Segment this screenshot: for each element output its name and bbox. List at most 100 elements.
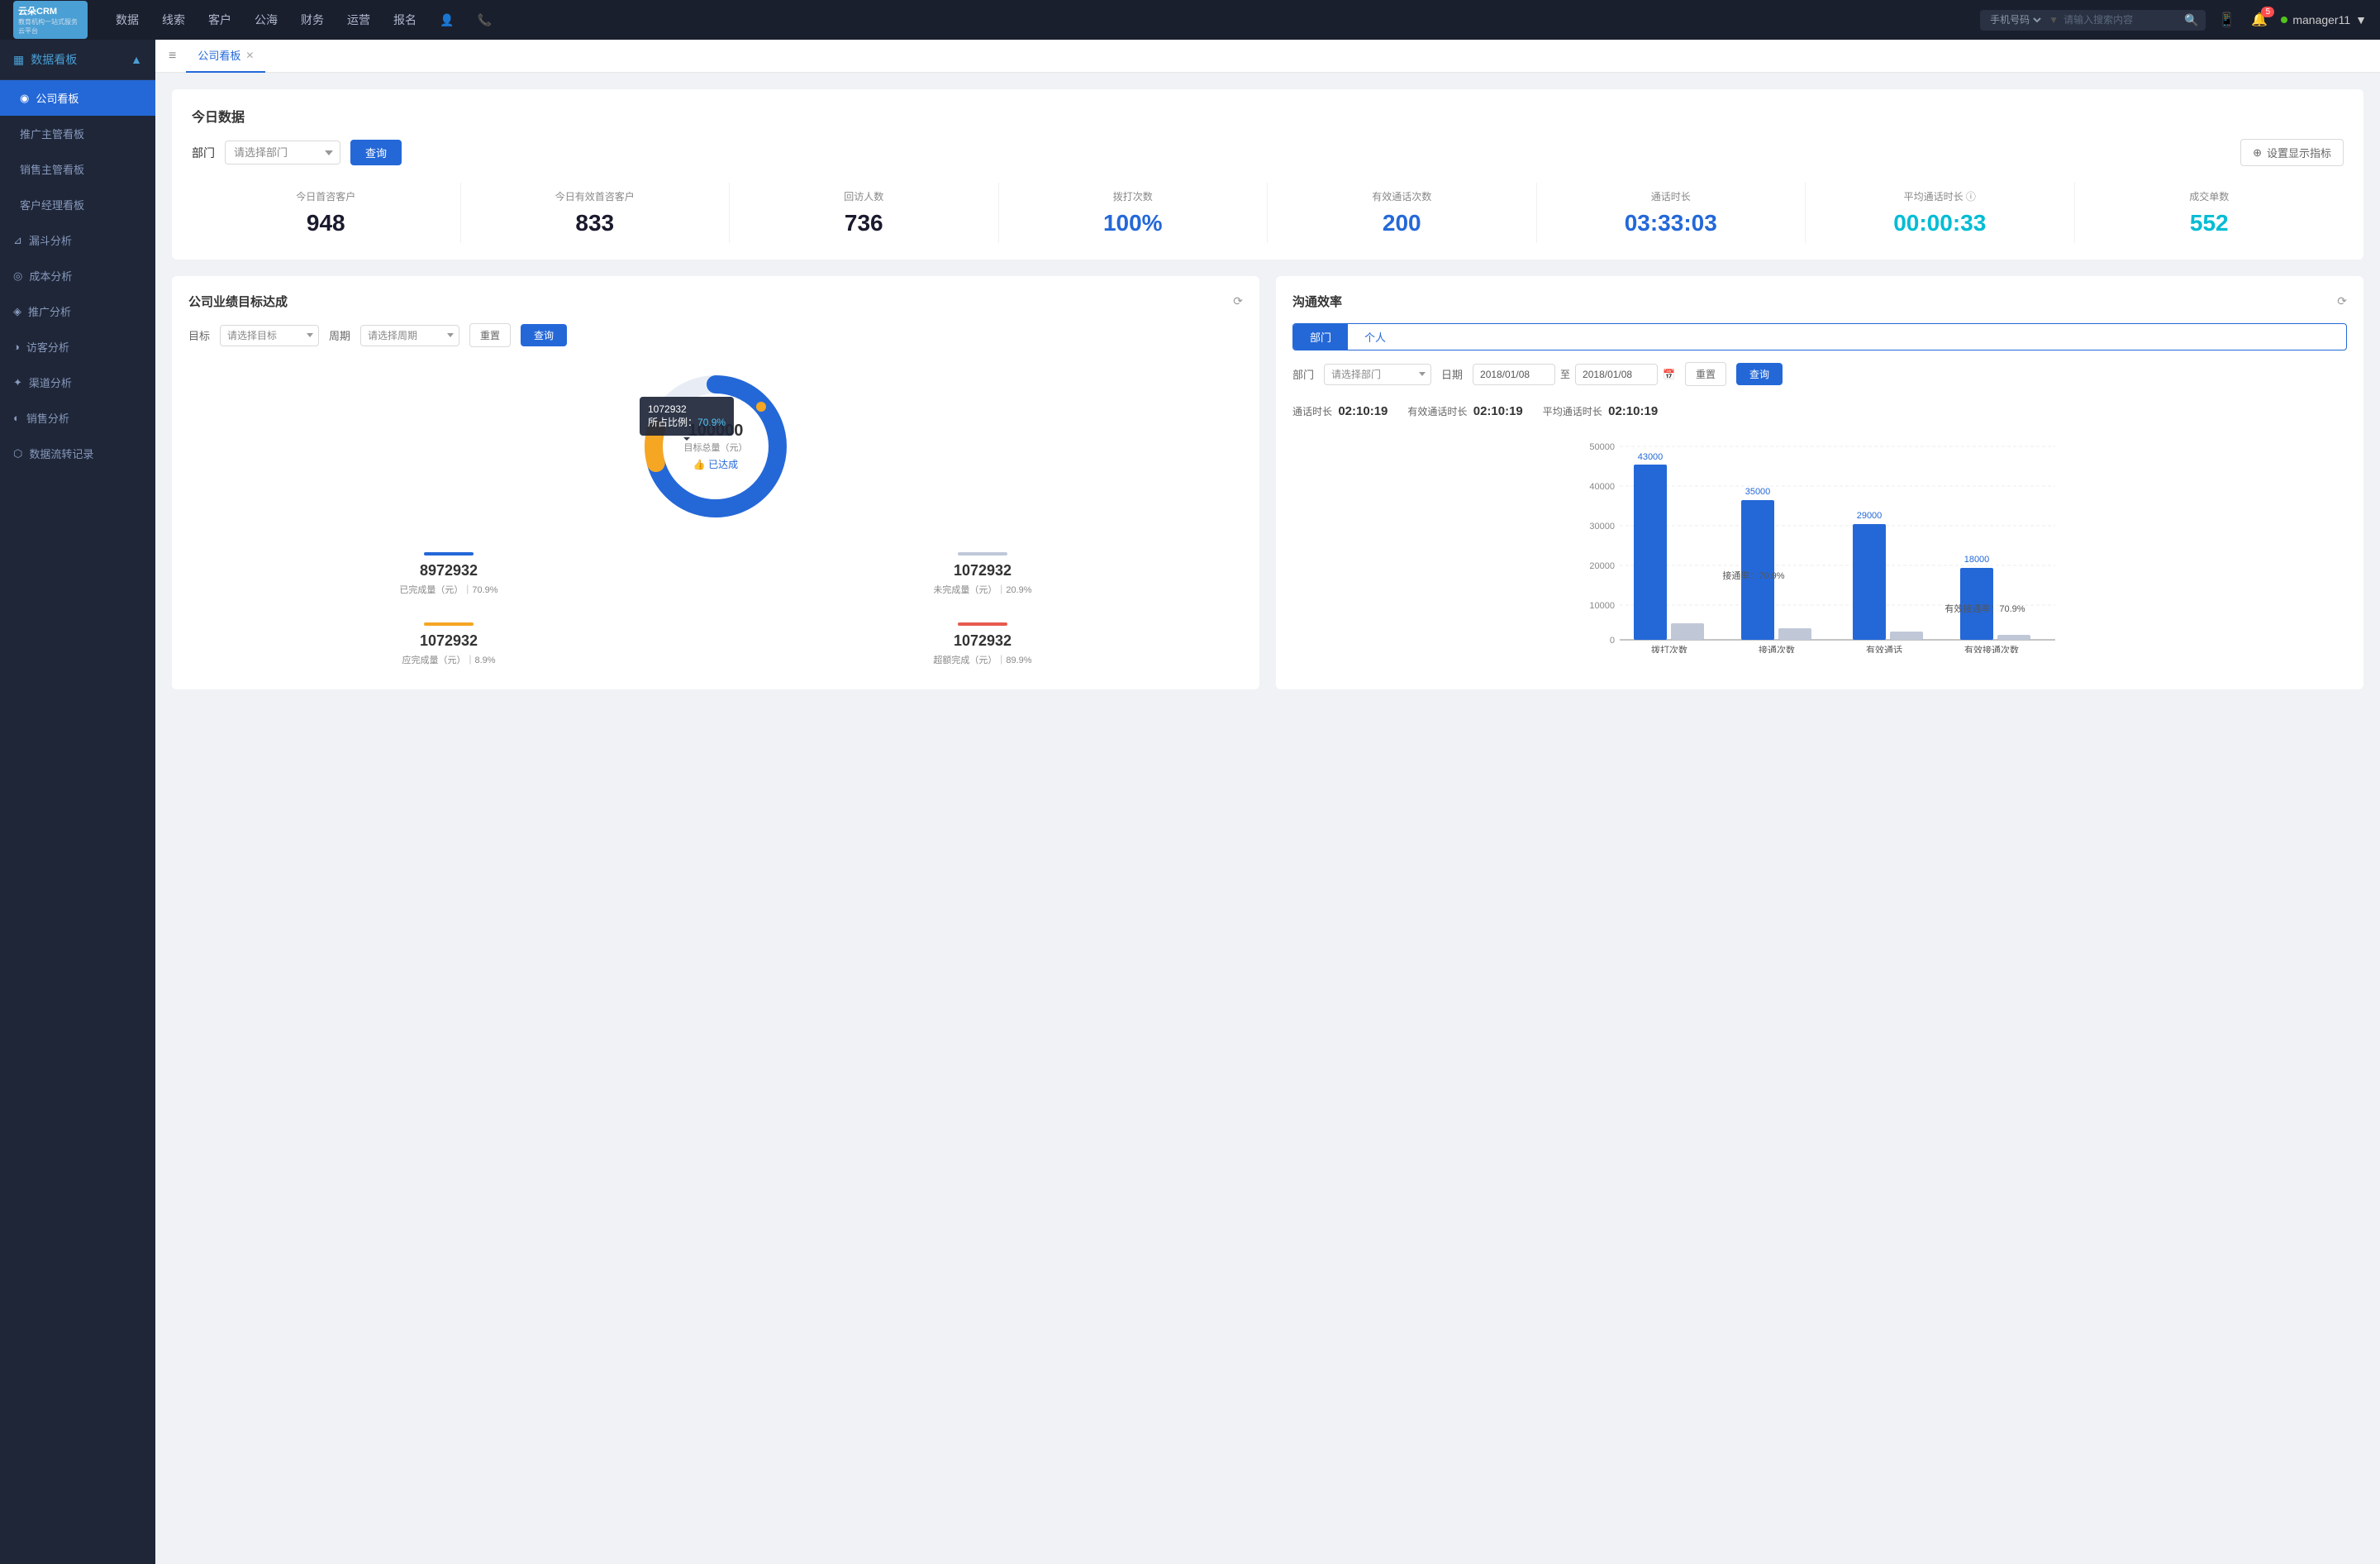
nav-item-customers[interactable]: 客户 <box>197 0 243 40</box>
svg-text:有效通话: 有效通话 <box>1866 644 1902 653</box>
stat-label: 今日有效首咨客户 <box>464 189 726 203</box>
dept-filter-select[interactable]: 请选择部门 <box>225 141 340 165</box>
app-layout: ▦ 数据看板 ▲ ◉ 公司看板 推广主管看板 销售主管看板 客户经理看板 ⊿ 漏… <box>0 40 2380 1564</box>
stat-deals: 成交单数 552 <box>2075 183 2344 243</box>
nav-item-phone-icon[interactable]: 📞 <box>465 0 502 40</box>
sidebar-item-label: 推广主管看板 <box>20 126 84 141</box>
nav-item-person-icon[interactable]: 👤 <box>428 0 465 40</box>
notification-bell[interactable]: 🔔 5 <box>2248 8 2271 31</box>
goal-period-label: 周期 <box>329 327 350 343</box>
sidebar-item-icon: ◉ <box>20 92 29 105</box>
search-box: 手机号码 ▼ 🔍 <box>1980 10 2205 31</box>
comm-refresh-icon[interactable]: ⟳ <box>2337 294 2347 308</box>
sidebar-item-label: 访客分析 <box>26 339 69 355</box>
hamburger-button[interactable]: ≡ <box>169 49 176 64</box>
comm-stat-valid-duration: 有效通话时长 02:10:19 <box>1407 404 1522 418</box>
sidebar-item-sales-board[interactable]: 销售主管看板 <box>0 151 155 187</box>
sidebar-header[interactable]: ▦ 数据看板 ▲ <box>0 40 155 80</box>
stat-box-label: 应完成量（元）｜8.9% <box>195 653 702 666</box>
nav-items: 数据 线索 客户 公海 财务 运营 报名 👤 📞 <box>104 0 1980 40</box>
goal-refresh-icon[interactable]: ⟳ <box>1233 294 1243 308</box>
sidebar-item-promo-board[interactable]: 推广主管看板 <box>0 116 155 151</box>
search-input[interactable] <box>2063 14 2179 26</box>
sidebar-item-data-flow[interactable]: ⬡ 数据流转记录 <box>0 436 155 471</box>
comm-date-to[interactable] <box>1575 364 1658 385</box>
sidebar-item-label: 成本分析 <box>29 268 72 284</box>
logo: 云朵CRM 教育机构一站式服务云平台 <box>13 1 88 39</box>
today-stats-grid: 今日首咨客户 948 今日有效首咨客户 833 回访人数 736 拨打次数 10… <box>192 183 2344 243</box>
svg-text:30000: 30000 <box>1589 522 1615 532</box>
tab-label: 公司看板 <box>198 47 240 63</box>
settings-display-button[interactable]: ⊕ 设置显示指标 <box>2240 139 2344 166</box>
donut-chart-wrapper: 1072932 所占比例：70.9% <box>633 364 798 529</box>
sidebar-item-label: 漏斗分析 <box>29 232 72 248</box>
notification-badge: 5 <box>2261 7 2274 17</box>
comm-date-label: 日期 <box>1441 366 1463 382</box>
stat-value: 948 <box>195 210 457 236</box>
stat-box-value: 8972932 <box>195 562 702 579</box>
donut-tooltip: 1072932 所占比例：70.9% <box>640 397 734 436</box>
nav-item-signup[interactable]: 报名 <box>382 0 428 40</box>
svg-text:0: 0 <box>1610 636 1615 646</box>
goal-period-select[interactable]: 请选择周期 <box>360 325 459 346</box>
user-info[interactable]: manager11 ▼ <box>2281 13 2367 26</box>
today-query-button[interactable]: 查询 <box>350 140 402 165</box>
sidebar-item-visitor[interactable]: ◑ 访客分析 <box>0 329 155 365</box>
sidebar-item-channel[interactable]: ✦ 渠道分析 <box>0 365 155 400</box>
svg-text:20000: 20000 <box>1589 561 1615 571</box>
goal-reset-button[interactable]: 重置 <box>469 323 511 347</box>
stat-bar-exceeded <box>958 622 1007 626</box>
date-calendar-icon[interactable]: 📅 <box>1663 369 1675 380</box>
search-type-select[interactable]: 手机号码 <box>1987 13 2044 26</box>
nav-item-leads[interactable]: 线索 <box>150 0 197 40</box>
stat-value: 00:00:33 <box>1809 210 2071 236</box>
comm-dept-select[interactable]: 请选择部门 <box>1324 364 1431 385</box>
goal-filter-row: 目标 请选择目标 周期 请选择周期 重置 查询 <box>188 323 1243 347</box>
comm-tab-dept[interactable]: 部门 <box>1293 324 1348 350</box>
comm-reset-button[interactable]: 重置 <box>1685 362 1726 386</box>
sidebar-item-sales[interactable]: ◐ 销售分析 <box>0 400 155 436</box>
nav-item-operations[interactable]: 运营 <box>336 0 382 40</box>
nav-item-sea[interactable]: 公海 <box>243 0 289 40</box>
stat-label: 有效通话次数 <box>1271 189 1533 203</box>
sidebar-collapse-icon[interactable]: ▲ <box>131 53 142 66</box>
svg-text:50000: 50000 <box>1589 442 1615 452</box>
sidebar-item-promo[interactable]: ◈ 推广分析 <box>0 293 155 329</box>
username: manager11 <box>2292 13 2350 26</box>
comm-tab-individual[interactable]: 个人 <box>1348 324 1402 350</box>
sidebar-item-account-board[interactable]: 客户经理看板 <box>0 187 155 222</box>
comm-query-button[interactable]: 查询 <box>1736 363 1783 385</box>
user-dropdown-icon[interactable]: ▼ <box>2355 13 2367 26</box>
search-icon[interactable]: 🔍 <box>2184 13 2198 27</box>
donut-achieved-label: 👍 已达成 <box>684 457 748 471</box>
settings-btn-label: 设置显示指标 <box>2267 145 2331 160</box>
sidebar-item-funnel[interactable]: ⊿ 漏斗分析 <box>0 222 155 258</box>
sidebar-item-cost[interactable]: ◎ 成本分析 <box>0 258 155 293</box>
tab-company-board[interactable]: 公司看板 ✕ <box>186 40 265 73</box>
device-icon[interactable]: 📱 <box>2216 8 2239 31</box>
comm-stat-avg-duration: 平均通话时长 02:10:19 <box>1543 404 1658 418</box>
comm-stat-duration-value: 02:10:19 <box>1338 404 1388 418</box>
stat-valid-calls: 有效通话次数 200 <box>1268 183 1537 243</box>
nav-item-data[interactable]: 数据 <box>104 0 150 40</box>
svg-text:35000: 35000 <box>1745 487 1771 497</box>
stat-bar-completed <box>424 552 474 556</box>
goal-panel: 公司业绩目标达成 ⟳ 目标 请选择目标 周期 请选择周期 重置 查询 <box>172 276 1259 689</box>
sidebar-header-label: 数据看板 <box>31 51 77 68</box>
funnel-icon: ⊿ <box>13 234 22 247</box>
logo-top-text: 云朵CRM <box>18 4 83 17</box>
goal-target-select[interactable]: 请选择目标 <box>220 325 319 346</box>
sidebar-item-company-board[interactable]: ◉ 公司看板 <box>0 80 155 116</box>
svg-text:有效接通次数: 有效接通次数 <box>1964 644 2019 653</box>
logo-bottom-text: 教育机构一站式服务云平台 <box>18 17 83 36</box>
nav-item-finance[interactable]: 财务 <box>289 0 336 40</box>
tab-close-icon[interactable]: ✕ <box>245 50 254 60</box>
goal-query-button[interactable]: 查询 <box>521 324 567 346</box>
today-filter-left: 部门 请选择部门 查询 <box>192 140 402 165</box>
svg-text:29000: 29000 <box>1857 511 1883 521</box>
stat-avg-duration: 平均通话时长 ⓘ 00:00:33 <box>1806 183 2075 243</box>
sidebar-item-label: 销售主管看板 <box>20 161 84 177</box>
goal-target-label: 目标 <box>188 327 210 343</box>
bar-chart-svg: 50000 40000 30000 20000 10000 0 <box>1292 438 2347 653</box>
comm-date-from[interactable] <box>1473 364 1555 385</box>
